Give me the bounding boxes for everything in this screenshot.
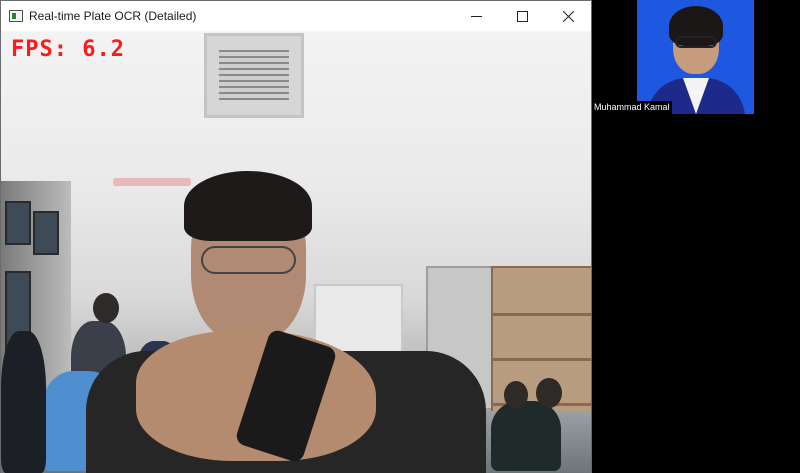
camera-feed: FPS: 6.2: [1, 31, 591, 473]
background-person-head: [504, 381, 528, 409]
cabinet-shelf: [493, 313, 591, 316]
close-icon: [562, 10, 574, 22]
ocr-window: Real-time Plate OCR (Detailed) FPS: 6.2: [0, 0, 592, 473]
maximize-icon: [516, 10, 528, 22]
close-button[interactable]: [545, 1, 591, 31]
participant-glasses: [675, 36, 717, 48]
window-controls: [453, 1, 591, 31]
app-icon: [9, 10, 23, 22]
window-title: Real-time Plate OCR (Detailed): [29, 9, 197, 23]
participant-name-label: Muhammad Kamal: [592, 101, 672, 114]
background-person: [491, 401, 561, 471]
background-person-head: [536, 378, 562, 408]
minimize-button[interactable]: [453, 1, 499, 31]
subject-hair: [184, 171, 312, 241]
minimize-icon: [470, 15, 482, 17]
cabinet-shelf: [493, 358, 591, 361]
window-titlebar[interactable]: Real-time Plate OCR (Detailed): [1, 1, 591, 31]
ceiling-vent: [204, 33, 304, 118]
background-person: [1, 331, 46, 473]
participant-video-tile[interactable]: [637, 0, 754, 114]
maximize-button[interactable]: [499, 1, 545, 31]
ceiling-light: [113, 178, 191, 186]
subject-glasses: [201, 246, 296, 274]
window-pane: [33, 211, 59, 255]
fps-counter: FPS: 6.2: [11, 37, 125, 62]
window-pane: [5, 201, 31, 245]
background-person-head: [93, 293, 119, 323]
